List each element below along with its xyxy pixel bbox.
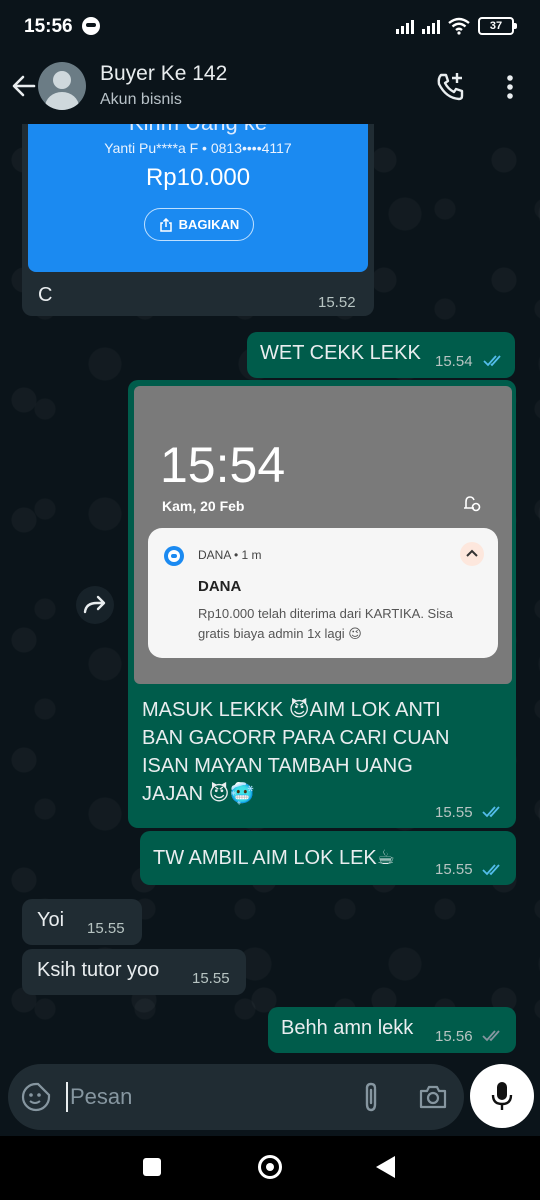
- read-receipt-icon: [482, 864, 500, 876]
- message-bubble-outgoing[interactable]: WET CEKK LEKK 15.54: [247, 332, 515, 378]
- camera-icon[interactable]: [418, 1082, 448, 1112]
- message-bubble-incoming[interactable]: Ksih tutor yoo 15.55: [22, 949, 246, 995]
- read-receipt-icon: [482, 806, 500, 818]
- message-time: 15.55: [435, 804, 473, 821]
- message-bubble-outgoing[interactable]: TW AMBIL AIM LOK LEK☕ 15.55: [140, 831, 516, 885]
- chevron-up-icon: [460, 542, 484, 566]
- notification-settings-icon: [464, 496, 481, 512]
- dana-recipient: Yanti Pu****a F • 0813••••4117: [104, 140, 292, 156]
- chat-area[interactable]: Kirim Uang ke Yanti Pu****a F • 0813••••…: [0, 124, 540, 1060]
- back-arrow-icon[interactable]: [10, 72, 38, 100]
- message-time: 15.54: [435, 353, 473, 370]
- back-button[interactable]: [376, 1156, 395, 1178]
- message-input[interactable]: [66, 1082, 346, 1112]
- add-call-icon[interactable]: [434, 70, 468, 104]
- message-bubble-outgoing[interactable]: Behh amn lekk 15.56: [268, 1007, 516, 1053]
- forward-icon: [83, 595, 106, 614]
- home-button[interactable]: [258, 1155, 282, 1179]
- delivered-receipt-icon: [482, 1030, 500, 1042]
- chat-header: Buyer Ke 142 Akun bisnis: [0, 52, 540, 124]
- lockscreen-date: Kam, 20 Feb: [162, 498, 245, 514]
- notification-app-name: DANA • 1 m: [198, 548, 262, 562]
- voice-record-button[interactable]: [470, 1064, 534, 1128]
- message-notification-icon: [82, 17, 100, 35]
- dana-app-icon: [164, 546, 184, 566]
- avatar[interactable]: [38, 62, 86, 110]
- signal-icon: [396, 18, 414, 34]
- contact-subtitle[interactable]: Akun bisnis: [100, 91, 182, 109]
- battery-icon: 37: [478, 17, 517, 35]
- message-text: Ksih tutor yoo: [37, 959, 160, 981]
- message-time: 15.56: [435, 1028, 473, 1045]
- more-vert-icon[interactable]: [496, 72, 524, 102]
- paperclip-icon[interactable]: [358, 1081, 384, 1113]
- microphone-icon: [491, 1082, 513, 1110]
- recents-button[interactable]: [143, 1158, 161, 1176]
- dana-transfer-image[interactable]: Kirim Uang ke Yanti Pu****a F • 0813••••…: [28, 124, 368, 272]
- notification-title: DANA: [198, 578, 242, 595]
- lockscreen-screenshot-image[interactable]: 15:54 Kam, 20 Feb DANA • 1 m DANA Rp10.0…: [134, 386, 512, 684]
- message-time: 15.52: [318, 294, 356, 311]
- message-time: 15.55: [87, 920, 125, 937]
- message-time: 15.55: [192, 970, 230, 987]
- share-button[interactable]: BAGIKAN: [144, 208, 254, 241]
- status-bar: 15:56 37: [0, 0, 540, 52]
- wifi-icon: [448, 17, 470, 35]
- read-receipt-icon: [483, 355, 501, 367]
- system-navigation-bar: [0, 1136, 540, 1200]
- share-icon: [159, 217, 172, 232]
- message-text: WET CEKK LEKK: [260, 342, 421, 364]
- share-label: BAGIKAN: [178, 217, 240, 232]
- notification-body: Rp10.000 telah diterima dari KARTIKA. Si…: [198, 606, 453, 641]
- message-time: 15.55: [435, 861, 473, 878]
- message-bubble-incoming[interactable]: Yoi 15.55: [22, 899, 142, 945]
- message-text: Yoi: [37, 909, 65, 931]
- dana-title: Kirim Uang ke: [28, 124, 368, 136]
- sticker-icon[interactable]: [20, 1081, 52, 1113]
- notification-card: DANA • 1 m DANA Rp10.000 telah diterima …: [148, 528, 498, 658]
- message-text: Behh amn lekk: [281, 1017, 414, 1039]
- signal-icon: [422, 18, 440, 34]
- lockscreen-time: 15:54: [160, 437, 286, 493]
- dana-amount: Rp10.000: [145, 164, 251, 191]
- message-composer: [8, 1064, 464, 1130]
- message-caption: MASUK LEKKK 😈AIM LOK ANTI BAN GACORR PAR…: [142, 699, 450, 805]
- contact-name[interactable]: Buyer Ke 142: [100, 62, 227, 86]
- status-time: 15:56: [24, 16, 73, 37]
- message-text: TW AMBIL AIM LOK LEK☕: [153, 847, 395, 869]
- forward-button[interactable]: [76, 586, 114, 624]
- message-caption: C: [38, 284, 53, 306]
